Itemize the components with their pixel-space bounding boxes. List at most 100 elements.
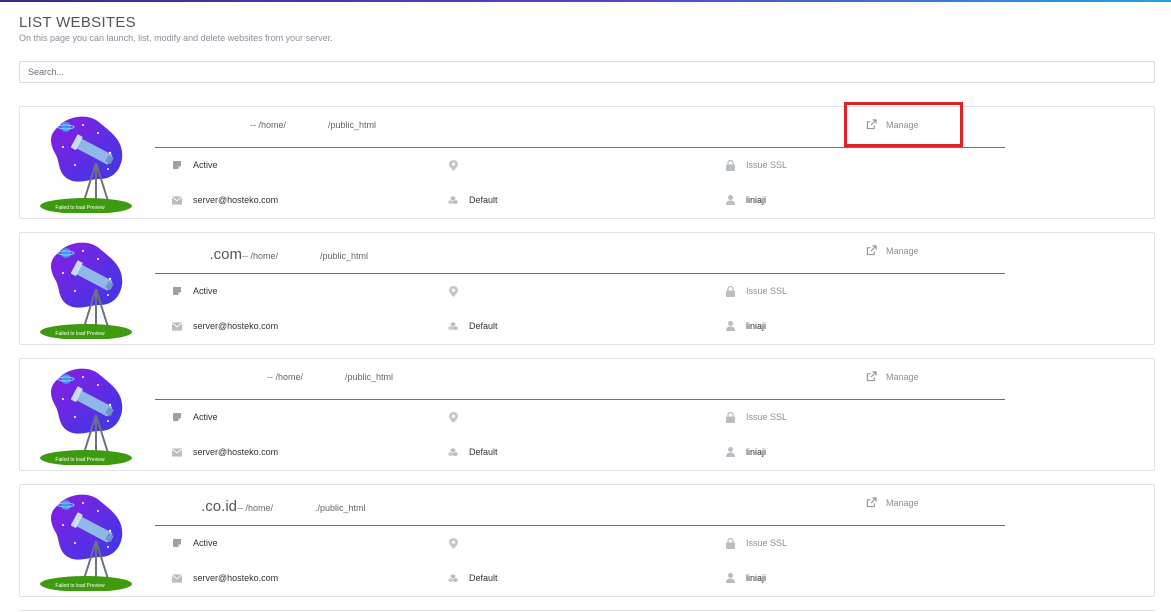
cubes-icon <box>448 447 458 457</box>
website-title: -- /home/ /public_html <box>155 120 376 140</box>
envelope-icon <box>172 573 182 583</box>
location-pin-icon <box>448 159 458 171</box>
status-value: Active <box>193 538 218 548</box>
owner-field: liniaji <box>725 195 766 205</box>
owner-field: liniaji <box>725 447 766 457</box>
user-icon <box>725 321 735 331</box>
website-card: Failed to load Preview -- /home/ /public… <box>19 106 1155 219</box>
website-path-prefix: -- /home/ <box>267 372 304 382</box>
card-divider <box>155 399 1005 400</box>
user-icon <box>725 447 735 457</box>
status-icon <box>172 538 182 548</box>
ssl-field[interactable]: Issue SSL <box>725 411 788 423</box>
status-field: Active <box>172 286 218 296</box>
location-pin-icon <box>448 285 458 297</box>
website-path-suffix: ./public_html <box>315 503 366 513</box>
website-card: Failed to load Preview -- /home/ /public… <box>19 358 1155 471</box>
email-value: server@hosteko.com <box>193 195 279 205</box>
cubes-icon <box>448 573 458 583</box>
status-value: Active <box>193 412 218 422</box>
email-field: server@hosteko.com <box>172 573 278 583</box>
status-field: Active <box>172 538 218 548</box>
external-link-icon <box>866 371 877 382</box>
package-value: Default <box>469 321 498 331</box>
lock-icon <box>725 537 735 549</box>
email-value: server@hosteko.com <box>193 573 279 583</box>
manage-button[interactable]: Manage <box>866 119 919 130</box>
envelope-icon <box>172 447 182 457</box>
card-divider <box>155 147 1005 148</box>
issue-ssl-link: Issue SSL <box>746 286 788 296</box>
owner-value: liniaji <box>746 195 767 205</box>
website-title: .com -- /home/ /public_html <box>155 246 368 266</box>
external-link-icon <box>866 119 877 130</box>
envelope-icon <box>172 321 182 331</box>
ip-field <box>448 285 469 297</box>
status-value: Active <box>193 160 218 170</box>
package-field: Default <box>448 447 498 457</box>
external-link-icon <box>866 497 877 508</box>
user-icon <box>725 195 735 205</box>
website-path-prefix: -- /home/ <box>250 120 287 130</box>
external-link-icon <box>866 245 877 256</box>
ssl-field[interactable]: Issue SSL <box>725 537 787 549</box>
ip-field <box>448 411 469 423</box>
lock-icon <box>725 159 735 171</box>
website-path-prefix: -- /home/ <box>237 503 274 513</box>
preview-failed-label: Failed to load Preview <box>55 457 105 463</box>
manage-button[interactable]: Manage <box>866 245 919 256</box>
location-pin-icon <box>448 537 458 549</box>
status-icon <box>172 160 182 170</box>
owner-field: liniaji <box>725 573 766 583</box>
status-field: Active <box>172 160 218 170</box>
page-subtitle: On this page you can launch, list, modif… <box>19 33 333 43</box>
preview-failed-label: Failed to load Preview <box>55 205 105 211</box>
lock-icon <box>725 411 735 423</box>
package-value: Default <box>469 447 498 457</box>
planet-icon <box>61 500 71 510</box>
website-domain[interactable]: .com <box>155 246 242 263</box>
website-path-suffix: /public_html <box>320 251 369 261</box>
issue-ssl-link: Issue SSL <box>746 412 788 422</box>
package-field: Default <box>448 195 498 205</box>
owner-value: liniaji <box>746 321 767 331</box>
top-accent-bar <box>0 0 1171 2</box>
card-divider <box>155 273 1005 274</box>
envelope-icon <box>172 195 182 205</box>
status-icon <box>172 286 182 296</box>
ssl-field[interactable]: Issue SSL <box>725 285 788 297</box>
lock-icon <box>725 285 735 297</box>
preview-thumbnail: Failed to load Preview <box>40 242 132 339</box>
preview-failed-label: Failed to load Preview <box>55 331 105 337</box>
owner-value: liniaji <box>746 447 767 457</box>
preview-failed-label: Failed to load Preview <box>55 583 105 589</box>
manage-label: Manage <box>886 371 919 382</box>
ssl-field[interactable]: Issue SSL <box>725 159 787 171</box>
manage-button[interactable]: Manage <box>866 497 919 508</box>
page-title: LIST WEBSITES <box>19 14 136 31</box>
ip-field <box>448 537 469 549</box>
website-domain[interactable]: .co.id <box>155 498 237 515</box>
location-pin-icon <box>448 411 458 423</box>
email-field: server@hosteko.com <box>172 321 278 331</box>
planet-icon <box>61 248 71 258</box>
manage-button[interactable]: Manage <box>866 371 919 382</box>
user-icon <box>725 573 735 583</box>
planet-icon <box>61 374 71 384</box>
preview-thumbnail: Failed to load Preview <box>40 116 132 213</box>
cubes-icon <box>448 195 458 205</box>
email-field: server@hosteko.com <box>172 447 278 457</box>
manage-label: Manage <box>886 497 919 508</box>
search-input[interactable] <box>19 61 1155 83</box>
owner-field: liniaji <box>725 321 766 331</box>
email-value: server@hosteko.com <box>193 447 279 457</box>
package-field: Default <box>448 321 498 331</box>
website-title: -- /home/ /public_html <box>155 372 393 392</box>
status-field: Active <box>172 412 218 422</box>
package-field: Default <box>448 573 498 583</box>
package-value: Default <box>469 195 498 205</box>
email-field: server@hosteko.com <box>172 195 278 205</box>
website-card: Failed to load Preview .com -- /home/ /p… <box>19 232 1155 345</box>
manage-label: Manage <box>886 245 919 256</box>
cubes-icon <box>448 321 458 331</box>
